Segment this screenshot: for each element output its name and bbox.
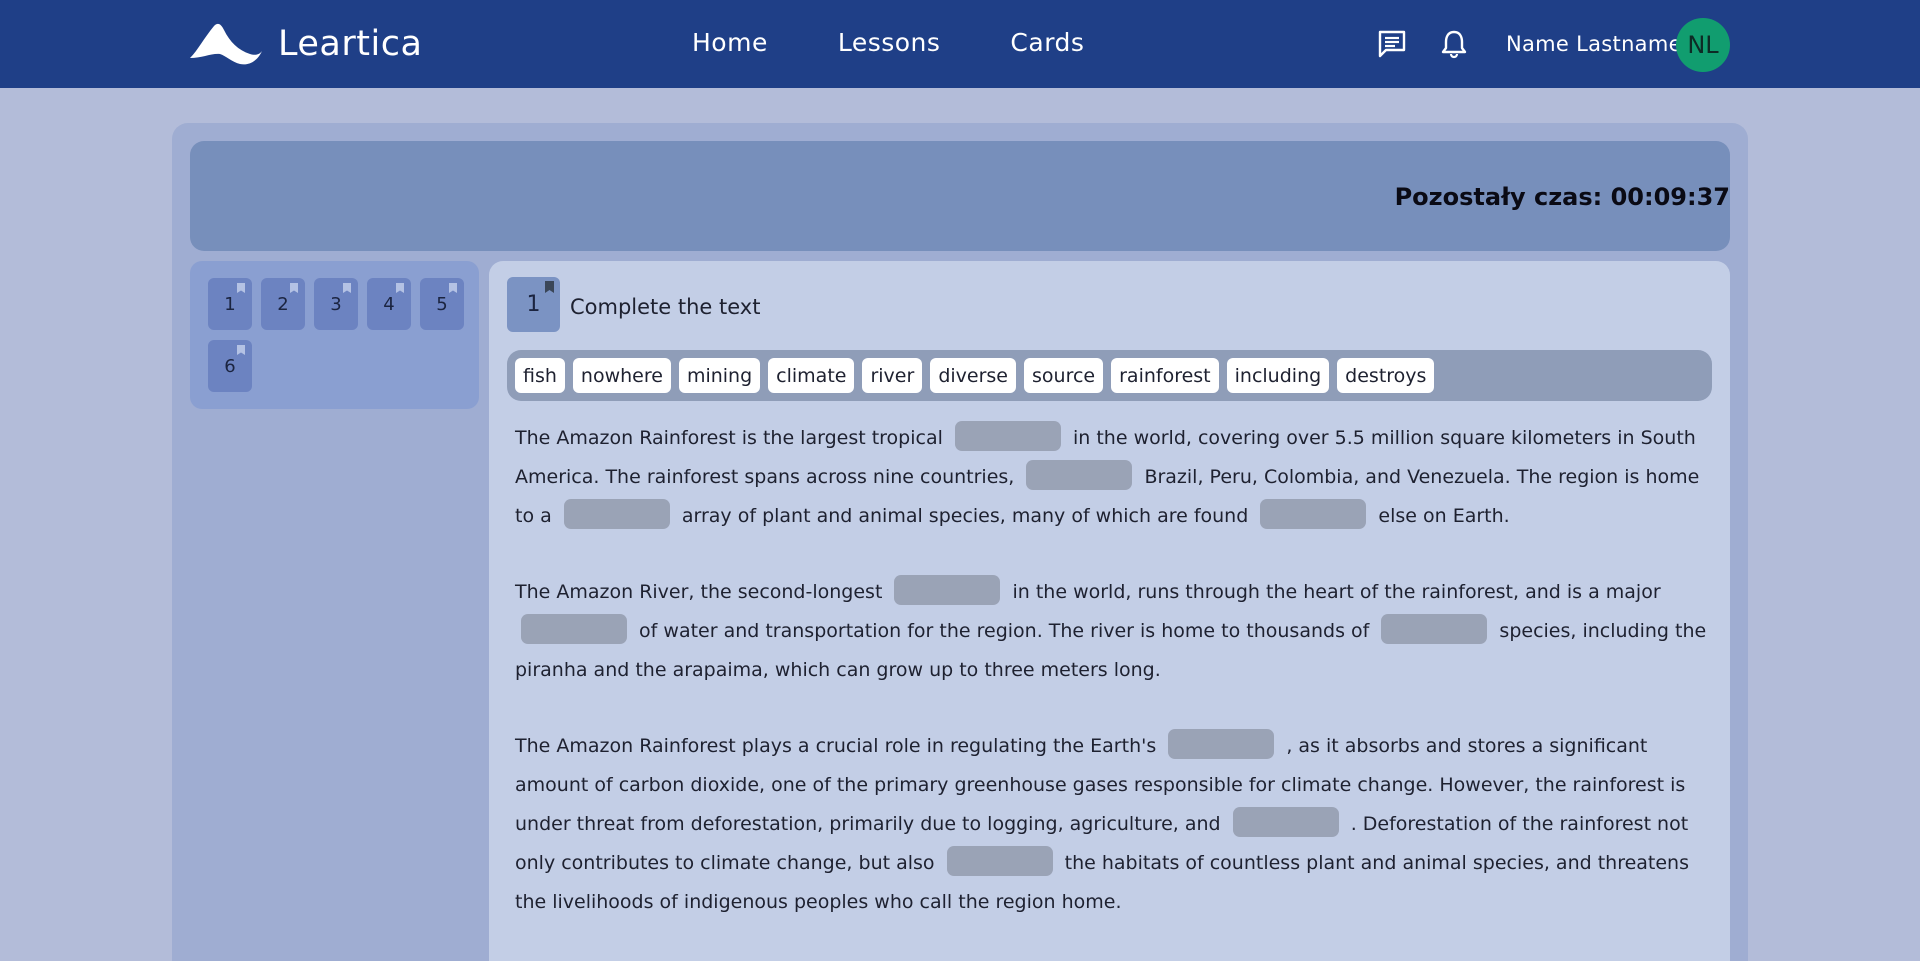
logo[interactable]: Leartica bbox=[188, 20, 422, 68]
answer-blank-8[interactable] bbox=[1168, 728, 1275, 759]
paragraph-1: The Amazon Rainforest is the largest tro… bbox=[515, 419, 1715, 536]
question-number: 1 bbox=[224, 293, 236, 315]
question-button-4[interactable]: 4 bbox=[367, 278, 411, 330]
bookmark-icon bbox=[396, 283, 404, 293]
nav-lessons[interactable]: Lessons bbox=[838, 28, 941, 57]
text-segment: The Amazon River, the second-longest bbox=[515, 581, 883, 603]
answer-blank-2[interactable] bbox=[1026, 459, 1133, 490]
bell-icon[interactable] bbox=[1438, 28, 1470, 60]
text-segment: of water and transportation for the regi… bbox=[639, 620, 1370, 642]
text-segment: else on Earth. bbox=[1378, 505, 1510, 527]
word-chip[interactable]: nowhere bbox=[572, 358, 671, 393]
top-navbar: Leartica Home Lessons Cards Name Lastnam… bbox=[0, 0, 1920, 88]
remaining-time: Pozostały czas: 00:09:37 bbox=[1394, 183, 1730, 211]
word-chip[interactable]: fish bbox=[515, 358, 565, 393]
text-segment: The Amazon Rainforest plays a crucial ro… bbox=[515, 735, 1157, 757]
paragraph-3: The Amazon Rainforest plays a crucial ro… bbox=[515, 727, 1715, 922]
word-bank: fish nowhere mining climate river divers… bbox=[507, 350, 1712, 401]
answer-blank-4[interactable] bbox=[1260, 498, 1367, 529]
text-segment: in the world, runs through the heart of … bbox=[1012, 581, 1661, 603]
question-content: 1 Complete the text fish nowhere mining … bbox=[489, 261, 1730, 961]
question-title: Complete the text bbox=[570, 295, 761, 319]
question-number: 3 bbox=[330, 293, 342, 315]
user-name[interactable]: Name Lastname bbox=[1506, 32, 1682, 56]
bookmark-icon bbox=[449, 283, 457, 293]
avatar[interactable]: NL bbox=[1676, 18, 1730, 72]
current-question-number: 1 bbox=[507, 277, 560, 332]
question-navigator: 1 2 3 4 5 6 bbox=[190, 261, 479, 409]
text-segment: array of plant and animal species, many … bbox=[681, 505, 1249, 527]
nav-home[interactable]: Home bbox=[692, 28, 768, 57]
question-number: 5 bbox=[436, 293, 448, 315]
bookmark-icon[interactable] bbox=[545, 281, 554, 293]
word-chip[interactable]: mining bbox=[678, 358, 761, 393]
bookmark-icon bbox=[237, 283, 245, 293]
app-name: Leartica bbox=[278, 24, 423, 64]
nav-cards[interactable]: Cards bbox=[1010, 28, 1084, 57]
word-chip[interactable]: rainforest bbox=[1111, 358, 1219, 393]
question-button-3[interactable]: 3 bbox=[314, 278, 358, 330]
timer-bar: Pozostały czas: 00:09:37 bbox=[190, 141, 1730, 251]
question-button-1[interactable]: 1 bbox=[208, 278, 252, 330]
main-nav: Home Lessons Cards bbox=[692, 28, 1154, 57]
question-number: 2 bbox=[277, 293, 289, 315]
answer-blank-5[interactable] bbox=[894, 574, 1001, 605]
answer-blank-6[interactable] bbox=[521, 613, 627, 644]
answer-blank-3[interactable] bbox=[563, 498, 670, 529]
paragraph-2: The Amazon River, the second-longest in … bbox=[515, 573, 1715, 690]
answer-blank-9[interactable] bbox=[1232, 806, 1339, 837]
answer-blank-1[interactable] bbox=[954, 420, 1061, 451]
bookmark-icon bbox=[343, 283, 351, 293]
word-chip[interactable]: river bbox=[862, 358, 923, 393]
question-button-6[interactable]: 6 bbox=[208, 340, 252, 392]
question-button-5[interactable]: 5 bbox=[420, 278, 464, 330]
word-chip[interactable]: destroys bbox=[1337, 358, 1435, 393]
word-chip[interactable]: source bbox=[1024, 358, 1104, 393]
question-button-2[interactable]: 2 bbox=[261, 278, 305, 330]
answer-blank-10[interactable] bbox=[946, 845, 1053, 876]
question-number-label: 1 bbox=[526, 292, 541, 317]
answer-blank-7[interactable] bbox=[1381, 613, 1488, 644]
text-segment: The Amazon Rainforest is the largest tro… bbox=[515, 427, 943, 449]
logo-mountain-icon bbox=[190, 23, 262, 65]
word-chip[interactable]: climate bbox=[768, 358, 855, 393]
question-number: 6 bbox=[224, 355, 236, 377]
word-chip[interactable]: including bbox=[1226, 358, 1330, 393]
bookmark-icon bbox=[237, 345, 245, 355]
word-chip[interactable]: diverse bbox=[930, 358, 1016, 393]
bookmark-icon bbox=[290, 283, 298, 293]
chat-icon[interactable] bbox=[1376, 28, 1408, 60]
question-number: 4 bbox=[383, 293, 395, 315]
